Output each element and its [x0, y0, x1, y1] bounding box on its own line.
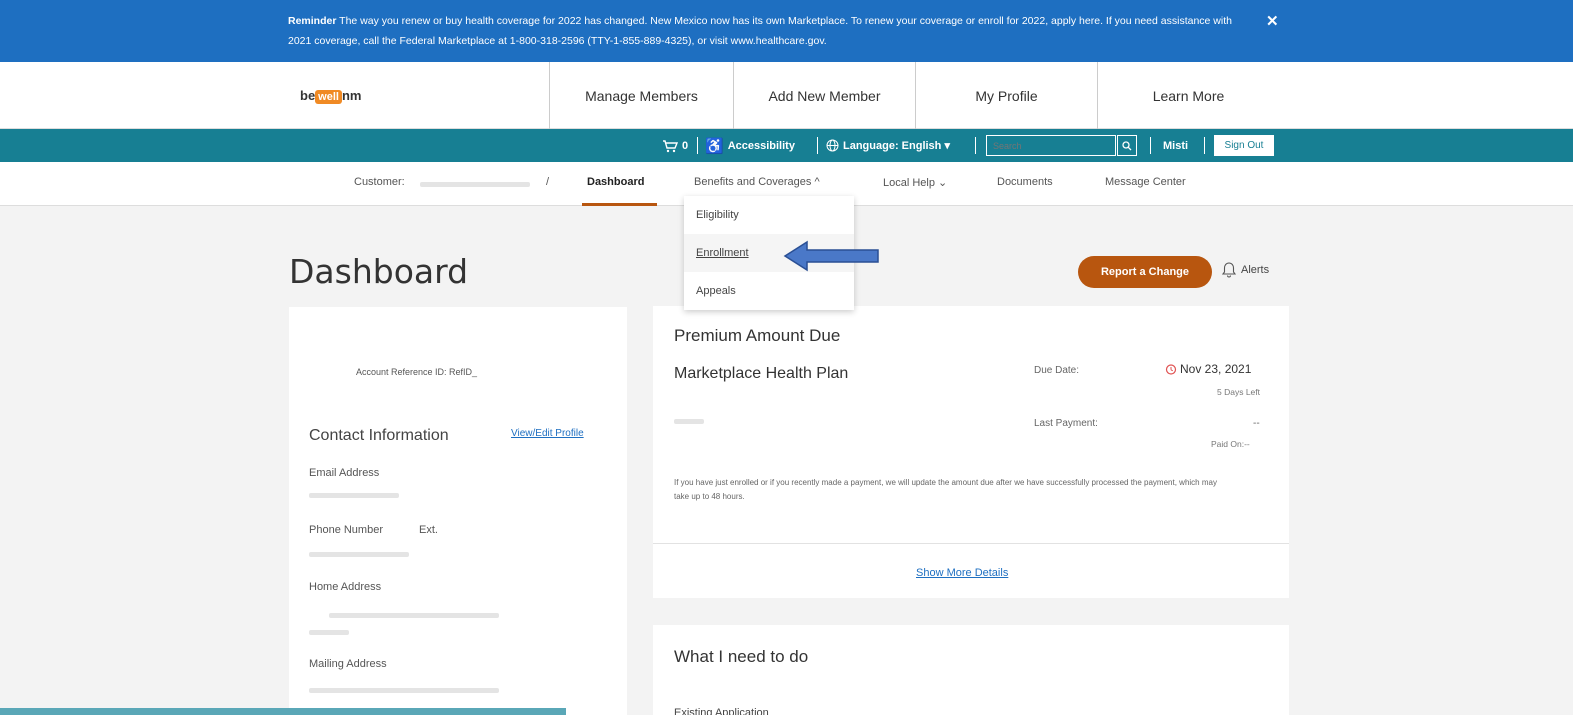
divider: [975, 137, 976, 154]
email-address-label: Email Address: [309, 467, 380, 479]
todo-heading: What I need to do: [674, 647, 809, 666]
sign-out-button[interactable]: Sign Out: [1214, 135, 1274, 156]
menu-item-appeals[interactable]: Appeals: [684, 272, 854, 310]
user-name[interactable]: Misti: [1163, 129, 1188, 162]
reminder-banner: Reminder The way you renew or buy health…: [0, 0, 1573, 62]
bewellnm-logo[interactable]: be well nm: [300, 88, 362, 104]
mailing-address-label: Mailing Address: [309, 658, 387, 670]
report-a-change-button[interactable]: Report a Change: [1078, 256, 1212, 288]
customer-label: Customer:: [354, 176, 405, 188]
redacted-phone: [309, 552, 409, 557]
show-more-details-link[interactable]: Show More Details: [916, 567, 1008, 579]
main-header: be well nm Manage Members Add New Member M…: [0, 62, 1573, 129]
tab-local-help[interactable]: Local Help ⌄: [883, 176, 947, 189]
banner-label: Reminder: [288, 15, 337, 27]
breadcrumb-separator: /: [546, 176, 550, 188]
redacted-amount: [674, 419, 704, 424]
accessibility-label: Accessibility: [727, 139, 795, 152]
alerts-button[interactable]: Alerts: [1222, 262, 1269, 278]
redacted-home-address-line2: [309, 630, 349, 635]
accessibility-button[interactable]: ♿ Accessibility: [705, 129, 795, 162]
tab-documents[interactable]: Documents: [997, 176, 1053, 188]
phone-number-label: Phone Number: [309, 524, 383, 536]
search-icon: [1122, 140, 1132, 150]
logo-text-nm: nm: [341, 88, 362, 103]
alerts-label: Alerts: [1241, 264, 1270, 276]
active-tab-indicator: [582, 203, 657, 206]
alarm-clock-icon: [1165, 364, 1177, 375]
tab-dashboard[interactable]: Dashboard: [587, 176, 644, 188]
redacted-mailing-address: [309, 688, 499, 693]
divider: [1150, 137, 1151, 154]
home-address-label: Home Address: [309, 581, 382, 593]
logo-text-well: well: [315, 90, 342, 104]
nav-manage-members[interactable]: Manage Members: [549, 62, 733, 129]
search-input[interactable]: [986, 135, 1116, 156]
cart-count: 0: [682, 139, 689, 152]
divider: [817, 137, 818, 154]
premium-amount-card: Premium Amount Due Marketplace Health Pl…: [653, 306, 1289, 598]
tab-message-center[interactable]: Message Center: [1105, 176, 1186, 188]
menu-item-eligibility[interactable]: Eligibility: [684, 196, 854, 234]
language-select[interactable]: Language: English ▾: [826, 129, 950, 162]
nav-add-new-member[interactable]: Add New Member: [733, 62, 915, 129]
redacted-home-address: [329, 613, 499, 618]
last-payment-label: Last Payment:: [1034, 418, 1098, 429]
accessibility-icon: ♿: [705, 137, 724, 155]
view-edit-profile-link[interactable]: View/Edit Profile: [511, 428, 584, 439]
existing-application-label: Existing Application: [674, 707, 769, 715]
ext-label: Ext.: [419, 524, 438, 536]
account-card: Account Reference ID: RefID_ Contact Inf…: [289, 307, 627, 715]
payment-note: If you have just enrolled or if you rece…: [674, 478, 1217, 501]
pointer-arrow-annotation: [783, 240, 879, 272]
last-payment-value: --: [1253, 418, 1260, 429]
contact-information-heading: Contact Information: [309, 427, 449, 444]
due-date-label: Due Date:: [1034, 365, 1080, 376]
logo-text-be: be: [300, 88, 316, 103]
paid-on: Paid On:--: [1211, 439, 1250, 449]
due-date-value: Nov 23, 2021: [1180, 362, 1252, 376]
nav-my-profile[interactable]: My Profile: [915, 62, 1097, 129]
due-date: Nov 23, 2021: [1165, 362, 1251, 376]
page-title: Dashboard: [289, 252, 469, 291]
account-reference-id: Account Reference ID: RefID_: [356, 367, 478, 377]
language-label: Language: English ▾: [843, 140, 950, 152]
bottom-scroll-bar[interactable]: [0, 708, 566, 715]
divider: [1204, 137, 1205, 154]
close-icon[interactable]: ✕: [1266, 12, 1279, 30]
days-left: 5 Days Left: [1217, 387, 1260, 397]
plan-name: Marketplace Health Plan: [674, 365, 849, 382]
bell-icon: [1222, 262, 1236, 278]
premium-heading: Premium Amount Due: [674, 326, 841, 345]
tab-benefits-and-coverages[interactable]: Benefits and Coverages ^: [694, 176, 820, 188]
redacted-email: [309, 493, 399, 498]
banner-message: The way you renew or buy health coverage…: [288, 15, 1232, 47]
what-i-need-to-do-card: What I need to do Existing Application: [653, 625, 1289, 715]
banner-text: Reminder The way you renew or buy health…: [288, 11, 1238, 51]
redacted-customer-name: [420, 182, 530, 187]
divider: [697, 137, 698, 154]
utility-bar: 0 ♿ Accessibility Language: English ▾ Mi…: [0, 129, 1573, 162]
cart-icon: [663, 139, 678, 152]
globe-icon: [826, 139, 839, 152]
nav-learn-more[interactable]: Learn More: [1097, 62, 1279, 129]
card-divider: [653, 543, 1289, 544]
search-button[interactable]: [1117, 135, 1137, 156]
cart-button[interactable]: 0: [662, 129, 688, 162]
